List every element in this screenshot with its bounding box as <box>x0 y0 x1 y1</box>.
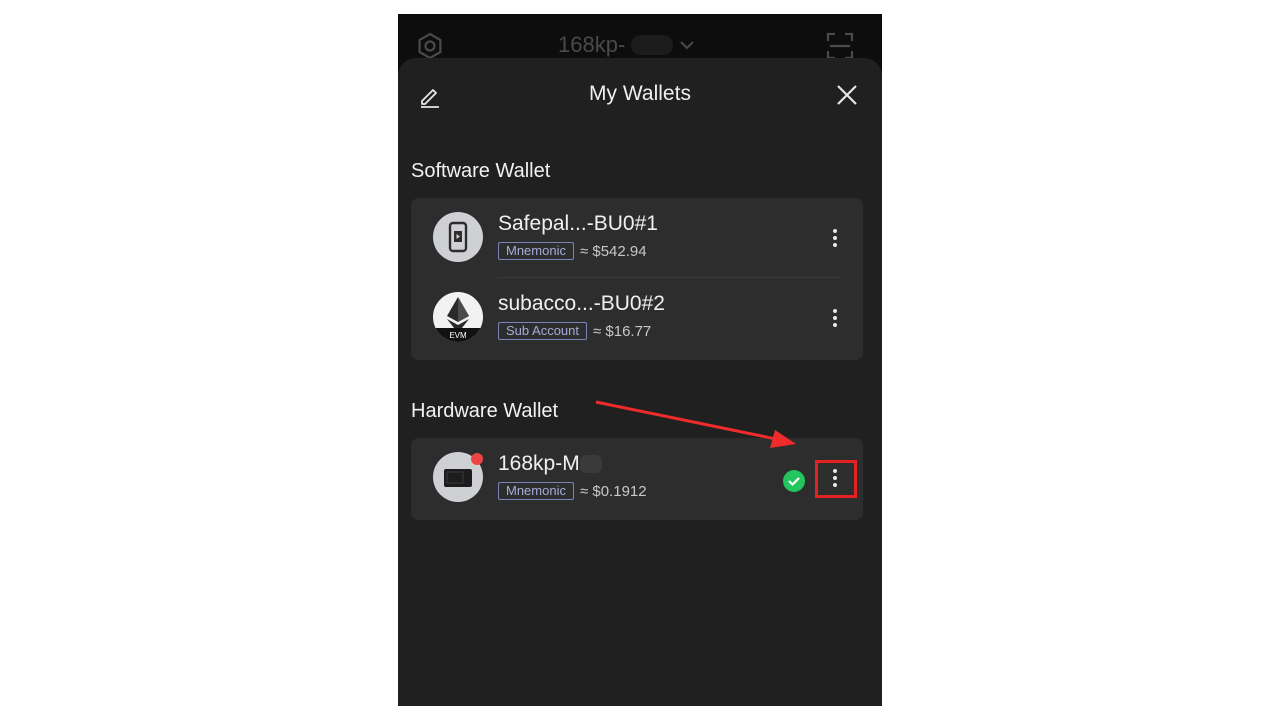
sheet-header: My Wallets <box>398 58 882 134</box>
my-wallets-sheet: My Wallets Software Wallet Safepal...-BU… <box>398 58 882 706</box>
wallet-row[interactable]: Safepal...-BU0#1 Mnemonic ≈ $542.94 <box>411 198 863 278</box>
notification-dot <box>471 453 483 465</box>
wallet-row[interactable]: EVM subacco...-BU0#2 Sub Account ≈ $16.7… <box>411 278 863 358</box>
wallet-type-badge: Mnemonic <box>498 482 574 500</box>
connected-check-icon <box>783 470 805 492</box>
hardware-wallet-list: 168kp-M Mnemonic ≈ $0.1912 <box>411 438 863 520</box>
wallet-selector[interactable]: 168kp- <box>558 32 695 58</box>
wallet-meta: Mnemonic ≈ $0.1912 <box>498 482 647 500</box>
software-wallet-heading: Software Wallet <box>411 160 551 182</box>
software-wallet-list: Safepal...-BU0#1 Mnemonic ≈ $542.94 EVM <box>411 198 863 360</box>
phone-screen: 168kp- My Wallets Software Wallet Safepa… <box>398 14 882 706</box>
more-options-icon[interactable] <box>825 304 845 332</box>
chevron-down-icon <box>680 41 694 50</box>
wallet-type-badge: Mnemonic <box>498 242 574 260</box>
wallet-row[interactable]: 168kp-M Mnemonic ≈ $0.1912 <box>411 438 863 518</box>
more-options-icon[interactable] <box>825 224 845 252</box>
hardware-wallet-heading: Hardware Wallet <box>411 400 559 422</box>
wallet-name-text: 168kp-M <box>498 452 580 475</box>
redacted-text <box>631 35 674 55</box>
evm-label: EVM <box>449 331 467 340</box>
evm-icon: EVM <box>433 292 483 342</box>
wallet-balance: ≈ $542.94 <box>579 242 647 260</box>
wallet-balance: ≈ $0.1912 <box>579 482 647 500</box>
redacted-text <box>579 455 602 474</box>
sheet-title: My Wallets <box>589 82 691 105</box>
wallet-name: 168kp-M <box>498 452 602 476</box>
wallet-balance: ≈ $16.77 <box>593 322 652 340</box>
wallet-name: subacco...-BU0#2 <box>498 292 665 315</box>
wallet-meta: Sub Account ≈ $16.77 <box>498 322 651 340</box>
phone-icon <box>433 212 483 262</box>
wallet-type-badge: Sub Account <box>498 322 587 340</box>
wallet-title: 168kp- <box>558 32 626 57</box>
close-icon[interactable] <box>834 82 860 108</box>
scan-icon[interactable] <box>826 32 854 60</box>
wallet-meta: Mnemonic ≈ $542.94 <box>498 242 647 260</box>
highlight-box <box>815 460 857 498</box>
wallet-name: Safepal...-BU0#1 <box>498 212 658 235</box>
gear-icon[interactable] <box>416 32 444 60</box>
